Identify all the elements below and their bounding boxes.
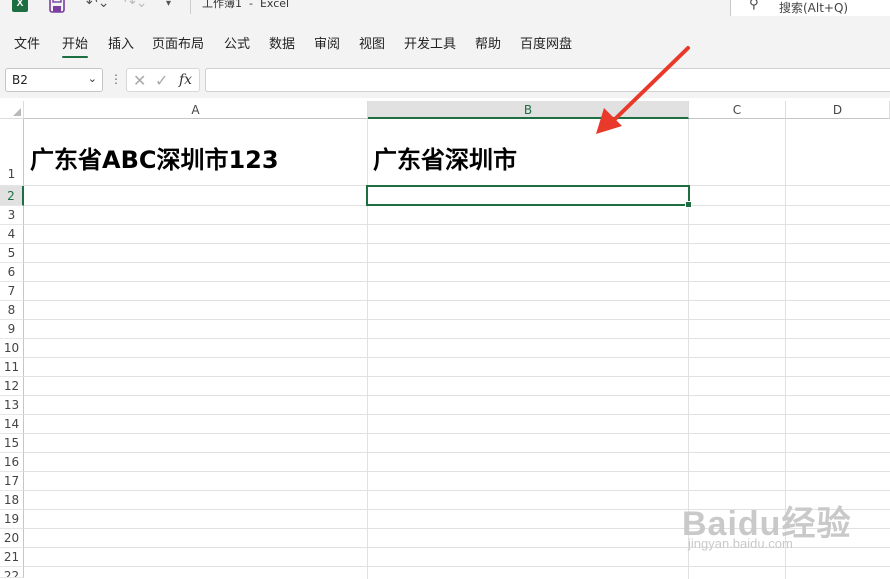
row-header[interactable]: 13 — [0, 396, 24, 415]
gridline — [24, 319, 890, 320]
row-header[interactable]: 11 — [0, 358, 24, 377]
tab-page-layout[interactable]: 页面布局 — [152, 33, 204, 52]
gridline — [24, 528, 890, 529]
gridline — [24, 433, 890, 434]
row-header[interactable]: 12 — [0, 377, 24, 396]
formula-bar: B2 ⌄ ⋮ ✕ ✓ fx — [0, 64, 890, 98]
gridline — [24, 414, 890, 415]
watermark-logo: Baidu经验 — [682, 505, 852, 543]
formula-input[interactable] — [205, 68, 890, 92]
gridline — [24, 243, 890, 244]
chevron-down-icon[interactable]: ⌄ — [88, 72, 97, 85]
save-icon[interactable] — [48, 0, 66, 14]
name-box-value: B2 — [12, 73, 28, 87]
ribbon-tabs: 文件 开始 插入 页面布局 公式 数据 审阅 视图 开发工具 帮助 百度网盘 — [0, 16, 890, 64]
gridline — [24, 376, 890, 377]
row-header[interactable]: 2 — [0, 186, 24, 206]
cell-b1[interactable]: 广东省深圳市 — [373, 140, 517, 175]
gridline — [24, 452, 890, 453]
row-header[interactable]: 7 — [0, 282, 24, 301]
row-header[interactable]: 8 — [0, 301, 24, 320]
row-header[interactable]: 18 — [0, 491, 24, 510]
row-header[interactable]: 21 — [0, 548, 24, 567]
gridline — [24, 395, 890, 396]
customize-toolbar-icon[interactable]: ▾ — [166, 0, 180, 12]
tab-baidu-netdisk[interactable]: 百度网盘 — [520, 33, 572, 52]
tab-help[interactable]: 帮助 — [475, 33, 501, 52]
active-cell-b2[interactable] — [366, 185, 692, 208]
redo-icon[interactable]: ↷⌄ — [124, 0, 154, 12]
column-header-c[interactable]: C — [689, 101, 786, 119]
window-title: 工作簿1 - Excel — [202, 0, 290, 10]
search-icon: ⚲ — [749, 0, 759, 12]
cancel-icon[interactable]: ✕ — [133, 71, 146, 90]
gridline — [24, 224, 890, 225]
row-header[interactable]: 1 — [0, 119, 24, 186]
cell-a1[interactable]: 广东省ABC深圳市123 — [30, 140, 279, 175]
row-header[interactable]: 6 — [0, 263, 24, 282]
insert-function-button[interactable]: fx — [179, 72, 192, 88]
tab-file[interactable]: 文件 — [14, 33, 40, 52]
more-options-icon[interactable]: ⋮ — [110, 72, 122, 86]
formula-tools: ✕ ✓ fx — [126, 68, 200, 92]
gridline — [24, 357, 890, 358]
column-header-a[interactable]: A — [24, 101, 368, 119]
select-all-button[interactable] — [0, 101, 24, 119]
gridline — [24, 471, 890, 472]
gridline — [24, 509, 890, 510]
enter-icon[interactable]: ✓ — [155, 71, 168, 90]
tab-formulas[interactable]: 公式 — [224, 33, 250, 52]
name-box[interactable]: B2 ⌄ — [5, 68, 103, 92]
excel-icon: X — [12, 0, 28, 12]
tab-home[interactable]: 开始 — [62, 33, 89, 58]
tab-developer[interactable]: 开发工具 — [404, 33, 456, 52]
row-header[interactable]: 5 — [0, 244, 24, 263]
tab-view[interactable]: 视图 — [359, 33, 385, 52]
fill-handle[interactable] — [685, 201, 692, 208]
gridline — [24, 338, 890, 339]
tab-data[interactable]: 数据 — [269, 33, 295, 52]
row-header[interactable]: 9 — [0, 320, 24, 339]
gridline — [24, 547, 890, 548]
gridline — [24, 262, 890, 263]
watermark: Baidu经验 jingyan.baidu.com — [682, 496, 852, 551]
gridline — [24, 300, 890, 301]
row-header[interactable]: 10 — [0, 339, 24, 358]
gridline — [24, 566, 890, 567]
search-placeholder: 搜索(Alt+Q) — [779, 1, 849, 15]
gridline — [24, 490, 890, 491]
row-header[interactable]: 3 — [0, 206, 24, 225]
row-header[interactable]: 14 — [0, 415, 24, 434]
row-header[interactable]: 15 — [0, 434, 24, 453]
undo-icon[interactable]: ↶⌄ — [86, 0, 110, 12]
gridline — [785, 119, 786, 579]
divider — [190, 0, 191, 14]
column-header-d[interactable]: D — [786, 101, 890, 119]
tab-insert[interactable]: 插入 — [108, 33, 134, 52]
title-bar: X ↶⌄ ↷⌄ ▾ 工作簿1 - Excel ⚲ 搜索(Alt+Q) — [0, 0, 890, 20]
row-header[interactable]: 16 — [0, 453, 24, 472]
row-header[interactable]: 17 — [0, 472, 24, 491]
tab-review[interactable]: 审阅 — [314, 33, 340, 52]
row-header[interactable]: 20 — [0, 529, 24, 548]
row-header[interactable]: 19 — [0, 510, 24, 529]
row-header[interactable]: 4 — [0, 225, 24, 244]
gridline — [24, 281, 890, 282]
watermark-url: jingyan.baidu.com — [688, 536, 793, 551]
row-header[interactable]: 22 — [0, 567, 24, 578]
column-header-b[interactable]: B — [368, 101, 689, 119]
